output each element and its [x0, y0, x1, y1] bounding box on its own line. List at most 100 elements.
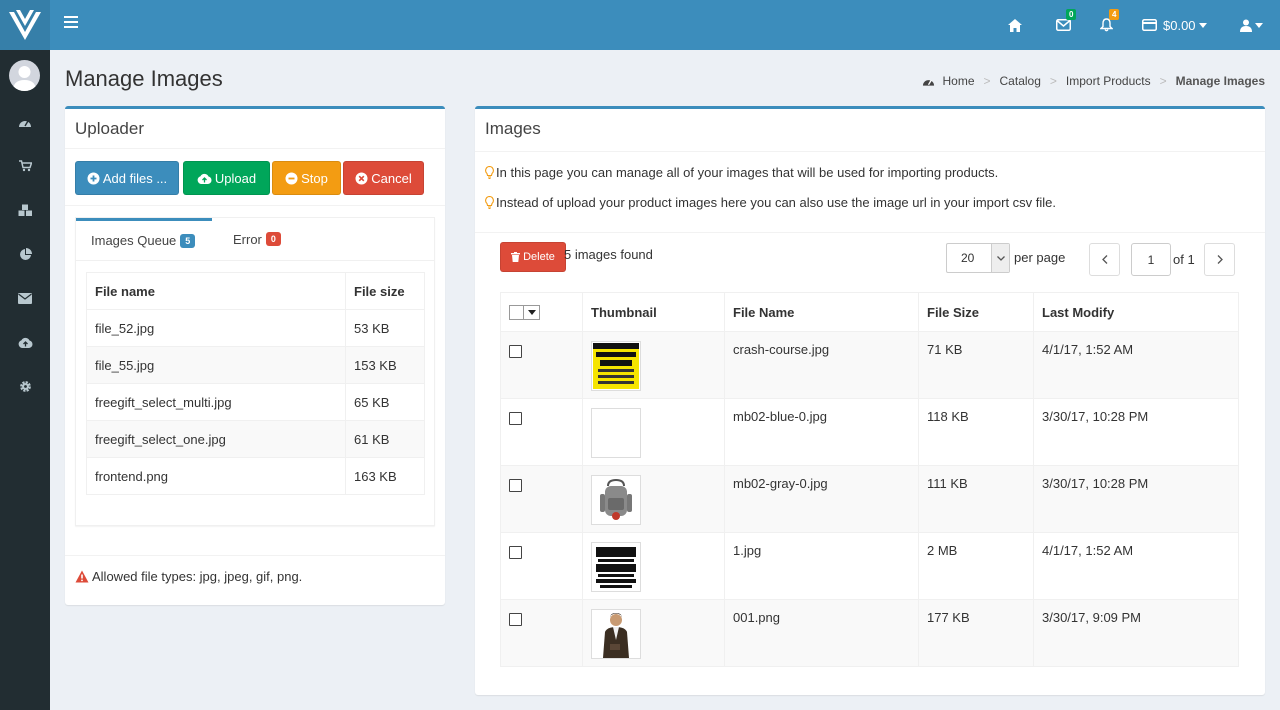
table-row: mb02-blue-0.jpg 118 KB 3/30/17, 10:28 PM	[500, 398, 1239, 466]
cancel-button[interactable]: Cancel	[343, 161, 424, 195]
select-all-checkbox[interactable]	[510, 305, 524, 319]
file-size-cell: 111 KB	[918, 465, 1034, 533]
chevron-down-icon	[528, 309, 536, 315]
sidebar-item-catalog[interactable]	[0, 146, 50, 186]
table-row: file_55.jpg 153 KB	[86, 346, 425, 384]
row-checkbox[interactable]	[509, 613, 522, 626]
breadcrumb-catalog[interactable]: Catalog	[1000, 74, 1041, 88]
bell-icon	[1099, 18, 1113, 32]
file-name-cell: mb02-gray-0.jpg	[724, 465, 919, 533]
user-avatar-icon	[13, 66, 36, 91]
info-line-2: Instead of upload your product images he…	[485, 195, 1056, 210]
tab-error[interactable]: Error 0	[218, 218, 308, 260]
cubes-icon	[18, 204, 32, 216]
images-table: Thumbnail File Name File Size Last Modif…	[500, 292, 1239, 667]
select-all-dropdown[interactable]	[509, 304, 540, 320]
sidebar-item-settings[interactable]	[0, 366, 50, 406]
breadcrumb-manage-images: Manage Images	[1175, 74, 1265, 88]
add-files-button[interactable]: Add files ...	[75, 161, 179, 195]
tab-images-queue-label: Images Queue	[91, 233, 177, 248]
column-header-file-size: File size	[345, 272, 425, 310]
home-icon	[1008, 18, 1022, 32]
uploader-title: Uploader	[65, 109, 445, 149]
breadcrumb-home[interactable]: Home	[942, 74, 974, 88]
chevron-right-icon	[1217, 255, 1223, 264]
images-title: Images	[485, 119, 541, 138]
page-number-input[interactable]: 1	[1131, 243, 1171, 276]
images-found-count: 5 images found	[564, 247, 653, 262]
person-icon[interactable]	[591, 609, 641, 659]
page-title: Manage Images	[65, 66, 223, 91]
delete-button[interactable]: Delete	[500, 242, 566, 272]
row-checkbox[interactable]	[509, 345, 522, 358]
envelope-icon	[18, 292, 32, 304]
sidebar-item-dashboard[interactable]	[0, 102, 50, 142]
sidebar-toggle-icon[interactable]	[64, 16, 78, 30]
avatar[interactable]	[9, 60, 40, 91]
balance-dropdown[interactable]: $0.00	[1142, 0, 1207, 50]
sidebar-item-mail[interactable]	[0, 278, 50, 318]
table-row: 001.png 177 KB 3/30/17, 9:09 PM	[500, 599, 1239, 667]
file-name-cell: mb02-blue-0.jpg	[724, 398, 919, 466]
table-row: file_52.jpg 53 KB	[86, 309, 425, 347]
sidebar-item-modules[interactable]	[0, 190, 50, 230]
notifications-nav-button[interactable]: 4	[1093, 0, 1120, 50]
select-all-header	[500, 292, 583, 332]
file-size-cell: 71 KB	[918, 331, 1034, 399]
row-checkbox[interactable]	[509, 412, 522, 425]
column-header-file-name: File Name	[724, 292, 919, 332]
notifications-count-badge: 4	[1109, 9, 1120, 20]
last-modify-cell: 3/30/17, 10:28 PM	[1033, 465, 1239, 533]
dashboard-icon	[923, 79, 935, 86]
chevron-left-icon	[1101, 255, 1107, 264]
last-modify-cell: 4/1/17, 1:52 AM	[1033, 331, 1239, 399]
breadcrumb-import-products[interactable]: Import Products	[1066, 74, 1151, 88]
per-page-select[interactable]: 20	[946, 243, 1010, 273]
upload-queue-table: File name File size file_52.jpg 53 KB fil…	[86, 272, 425, 495]
file-size-cell: 118 KB	[918, 398, 1034, 466]
envelope-icon	[1055, 19, 1071, 31]
per-page-value: 20	[961, 251, 975, 265]
credit-card-icon	[1142, 19, 1157, 31]
lightbulb-icon	[485, 166, 494, 179]
warning-icon	[75, 570, 89, 583]
row-checkbox[interactable]	[509, 546, 522, 559]
file-size-cell: 61 KB	[345, 420, 425, 458]
user-icon	[1239, 19, 1252, 32]
sidebar	[0, 50, 50, 710]
file-size-cell: 65 KB	[345, 383, 425, 421]
stop-button[interactable]: Stop	[272, 161, 341, 195]
cart-icon	[18, 160, 32, 172]
messages-nav-button[interactable]: 0	[1050, 0, 1077, 50]
file-name-cell: file_55.jpg	[86, 346, 346, 384]
last-modify-cell: 4/1/17, 1:52 AM	[1033, 532, 1239, 600]
home-nav-button[interactable]	[1002, 0, 1028, 50]
pie-chart-icon	[19, 247, 32, 260]
balance-amount: $0.00	[1163, 17, 1196, 33]
last-modify-cell: 3/30/17, 9:09 PM	[1033, 599, 1239, 667]
tab-error-label: Error	[233, 231, 262, 247]
upload-button[interactable]: Upload	[183, 161, 270, 195]
blank-icon[interactable]	[591, 408, 641, 458]
column-header-last-modify: Last Modify	[1033, 292, 1239, 332]
table-row: freegift_select_multi.jpg 65 KB	[86, 383, 425, 421]
next-page-button[interactable]	[1204, 243, 1235, 276]
sidebar-item-reports[interactable]	[0, 234, 50, 274]
file-size-cell: 153 KB	[345, 346, 425, 384]
backpack-icon[interactable]	[591, 475, 641, 525]
sidebar-item-import[interactable]	[0, 322, 50, 362]
prev-page-button[interactable]	[1089, 243, 1120, 276]
tab-images-queue[interactable]: Images Queue 5	[76, 218, 212, 260]
app-logo[interactable]	[0, 0, 50, 50]
file-name-cell: file_52.jpg	[86, 309, 346, 347]
breadcrumb: Home > Catalog > Import Products > Manag…	[922, 74, 1265, 88]
user-menu-dropdown[interactable]	[1236, 0, 1266, 50]
bw-book-icon[interactable]	[591, 542, 641, 592]
file-name-cell: freegift_select_one.jpg	[86, 420, 346, 458]
cloud-upload-icon	[197, 173, 212, 184]
page-total-label: of 1	[1173, 252, 1195, 267]
file-name-cell: 1.jpg	[724, 532, 919, 600]
yellow-book-icon[interactable]	[591, 341, 641, 391]
row-checkbox[interactable]	[509, 479, 522, 492]
column-header-file-size: File Size	[918, 292, 1034, 332]
